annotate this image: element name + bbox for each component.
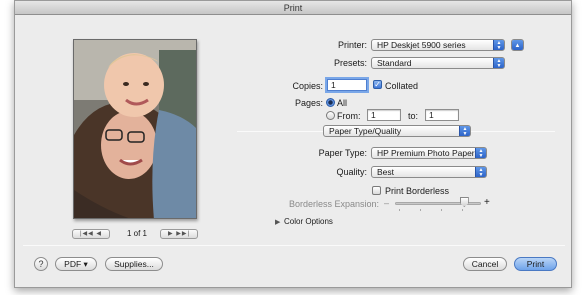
slider-minus-label: – — [384, 198, 390, 208]
section-value: Paper Type/Quality — [329, 126, 402, 136]
popup-arrows-icon: ▲ ▼ — [493, 40, 504, 50]
next-last-page-buttons[interactable]: ▶ ▶▶| — [160, 229, 198, 239]
cancel-button[interactable]: Cancel — [463, 257, 507, 271]
copies-label: Copies: — [292, 81, 323, 91]
collated-checkbox[interactable]: ✓ — [373, 80, 382, 89]
popup-arrows-icon: ▲ ▼ — [459, 126, 470, 136]
disclosure-up-icon: ▲ — [512, 40, 523, 50]
popup-arrows-icon: ▲ ▼ — [475, 167, 486, 177]
expand-details-button[interactable]: ▲ — [511, 39, 524, 51]
pages-range-radio[interactable] — [326, 111, 335, 120]
first-prev-page-buttons[interactable]: |◀◀ ◀ — [72, 229, 110, 239]
paper-type-label: Paper Type: — [318, 148, 367, 158]
print-preview — [73, 39, 197, 219]
slider-tick — [420, 209, 421, 211]
preview-photo — [74, 40, 196, 218]
footer-divider — [23, 245, 565, 246]
presets-select[interactable]: Standard ▲ ▼ — [371, 57, 505, 69]
printer-label: Printer: — [337, 40, 367, 50]
pages-all-label: All — [337, 98, 348, 108]
quality-label: Quality: — [336, 167, 367, 177]
pdf-menu-button[interactable]: PDF ▾ — [55, 257, 97, 271]
slider-tick — [441, 209, 442, 211]
slider-knob[interactable] — [459, 197, 469, 207]
print-borderless-label: Print Borderless — [385, 186, 450, 196]
presets-label: Presets: — [333, 58, 367, 68]
print-borderless-checkbox[interactable] — [372, 186, 381, 195]
dialog-body: |◀◀ ◀ 1 of 1 ▶ ▶▶| Printer: HP Deskjet 5… — [15, 15, 571, 287]
slider-tick — [399, 209, 400, 211]
collated-label: Collated — [385, 81, 419, 91]
pages-to-label: to: — [408, 111, 419, 121]
section-select[interactable]: Paper Type/Quality ▲ ▼ — [323, 125, 471, 137]
window-title: Print — [15, 1, 571, 15]
pages-to-field[interactable]: 1 — [425, 109, 459, 121]
print-dialog: Print |◀◀ ◀ 1 of 1 ▶ ▶▶| Printer: HP Des… — [14, 0, 572, 288]
pages-from-field[interactable]: 1 — [367, 109, 401, 121]
paper-type-value: HP Premium Photo Paper — [377, 148, 475, 158]
color-options-label[interactable]: Color Options — [284, 217, 333, 226]
printer-value: HP Deskjet 5900 series — [377, 40, 466, 50]
pages-from-label: From: — [337, 111, 361, 121]
copies-field[interactable]: 1 — [327, 79, 367, 91]
supplies-button[interactable]: Supplies... — [105, 257, 163, 271]
quality-value: Best — [377, 167, 395, 177]
page-indicator: 1 of 1 — [126, 229, 147, 238]
pages-all-radio[interactable] — [326, 98, 335, 107]
printer-select[interactable]: HP Deskjet 5900 series ▲ ▼ — [371, 39, 505, 51]
popup-arrows-icon: ▲ ▼ — [475, 148, 486, 158]
presets-value: Standard — [377, 58, 412, 68]
print-button[interactable]: Print — [514, 257, 557, 271]
slider-plus-label: + — [484, 197, 490, 208]
slider-tick — [462, 209, 463, 211]
disclosure-triangle-icon[interactable]: ▶ — [275, 218, 280, 226]
popup-arrows-icon: ▲ ▼ — [493, 58, 504, 68]
paper-type-select[interactable]: HP Premium Photo Paper ▲ ▼ — [371, 147, 487, 159]
borderless-expansion-label: Borderless Expansion: — [288, 199, 379, 209]
help-button[interactable]: ? — [34, 257, 48, 271]
pages-label: Pages: — [294, 98, 323, 108]
quality-select[interactable]: Best ▲ ▼ — [371, 166, 487, 178]
